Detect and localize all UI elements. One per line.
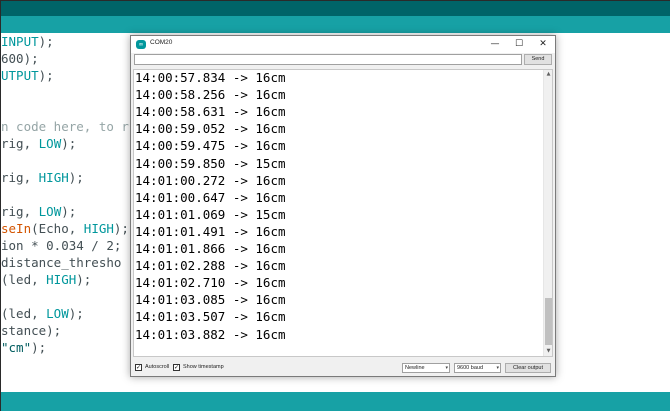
serial-output-line: 14:01:01.069 -> 15cm — [135, 206, 286, 222]
code-line: (led, HIGH); — [1, 272, 92, 287]
serial-output-line: 14:00:58.256 -> 16cm — [135, 87, 286, 103]
serial-output-line: 14:01:02.288 -> 16cm — [135, 258, 286, 274]
line-ending-select[interactable]: Newline ▾ — [402, 363, 450, 373]
scroll-down-icon[interactable]: ▼ — [544, 347, 552, 356]
serial-output-line: 14:01:00.647 -> 16cm — [135, 189, 286, 205]
serial-output-line: 14:01:00.272 -> 16cm — [135, 172, 286, 188]
baud-rate-value: 9600 baud — [457, 365, 483, 371]
code-line: 600); — [1, 51, 39, 66]
line-ending-value: Newline — [405, 365, 425, 371]
serial-monitor-footer: ✓ Autoscroll ✓ Show timestamp Newline ▾ 9… — [131, 360, 555, 376]
ide-toolbar — [1, 16, 670, 33]
chevron-down-icon: ▾ — [445, 365, 448, 371]
clear-output-button[interactable]: Clear output — [505, 363, 551, 373]
close-button[interactable]: ✕ — [531, 36, 555, 53]
code-comment-line: n code here, to r — [1, 119, 129, 134]
serial-output-line: 14:01:03.507 -> 16cm — [135, 309, 286, 325]
serial-output-line: 14:00:57.834 -> 16cm — [135, 70, 286, 85]
send-row: Send — [131, 53, 555, 68]
autoscroll-label: Autoscroll — [145, 364, 170, 370]
serial-output-line: 14:01:01.491 -> 16cm — [135, 223, 286, 239]
window-title: COM20 — [150, 39, 173, 46]
vertical-scrollbar[interactable]: ▲ ▼ — [543, 70, 552, 356]
code-line: rig, HIGH); — [1, 170, 84, 185]
ide-status-bar — [1, 392, 670, 411]
code-line: rig, LOW); — [1, 136, 77, 151]
serial-output-line: 14:00:58.631 -> 16cm — [135, 104, 286, 120]
serial-monitor-window: ∞ COM20 — ☐ ✕ Send 14:00:57.834 -> 16cm 1… — [130, 35, 556, 377]
ide-title-bar — [1, 1, 670, 16]
serial-output-line: 14:01:01.866 -> 16cm — [135, 241, 286, 256]
serial-output-line: 14:00:59.850 -> 15cm — [135, 155, 286, 171]
serial-output-line: 14:01:03.085 -> 16cm — [135, 292, 286, 308]
serial-output-line: 14:00:59.052 -> 16cm — [135, 121, 286, 137]
code-line: "cm"); — [1, 340, 47, 355]
maximize-button[interactable]: ☐ — [507, 36, 531, 53]
code-line: rig, LOW); — [1, 204, 77, 219]
serial-output-area[interactable]: 14:00:57.834 -> 16cm 14:00:58.256 -> 16cm… — [133, 69, 553, 357]
code-line: stance); — [1, 323, 62, 338]
send-button[interactable]: Send — [524, 54, 552, 65]
baud-rate-select[interactable]: 9600 baud ▾ — [454, 363, 501, 373]
serial-output-line: 14:01:03.882 -> 16cm — [135, 326, 286, 342]
scrollbar-thumb[interactable] — [545, 298, 552, 345]
code-line: seIn(Echo, HIGH); — [1, 221, 129, 236]
arduino-logo-icon: ∞ — [136, 40, 146, 49]
serial-input-field[interactable] — [134, 54, 522, 65]
autoscroll-checkbox[interactable]: ✓ — [135, 364, 142, 371]
show-timestamp-checkbox[interactable]: ✓ — [173, 364, 180, 371]
serial-monitor-titlebar[interactable]: ∞ COM20 — ☐ ✕ — [131, 36, 555, 53]
code-line: (led, LOW); — [1, 306, 84, 321]
serial-output-line: 14:01:02.710 -> 16cm — [135, 275, 286, 291]
scroll-up-icon[interactable]: ▲ — [544, 70, 552, 79]
code-line: ion * 0.034 / 2; — [1, 238, 122, 253]
code-line: UTPUT); — [1, 68, 54, 83]
chevron-down-icon: ▾ — [496, 365, 499, 371]
code-line: distance_thresho — [1, 255, 122, 270]
minimize-button[interactable]: — — [483, 36, 507, 53]
code-line: INPUT); — [1, 34, 54, 49]
show-timestamp-label: Show timestamp — [183, 364, 224, 370]
serial-output-line: 14:00:59.475 -> 16cm — [135, 138, 286, 154]
